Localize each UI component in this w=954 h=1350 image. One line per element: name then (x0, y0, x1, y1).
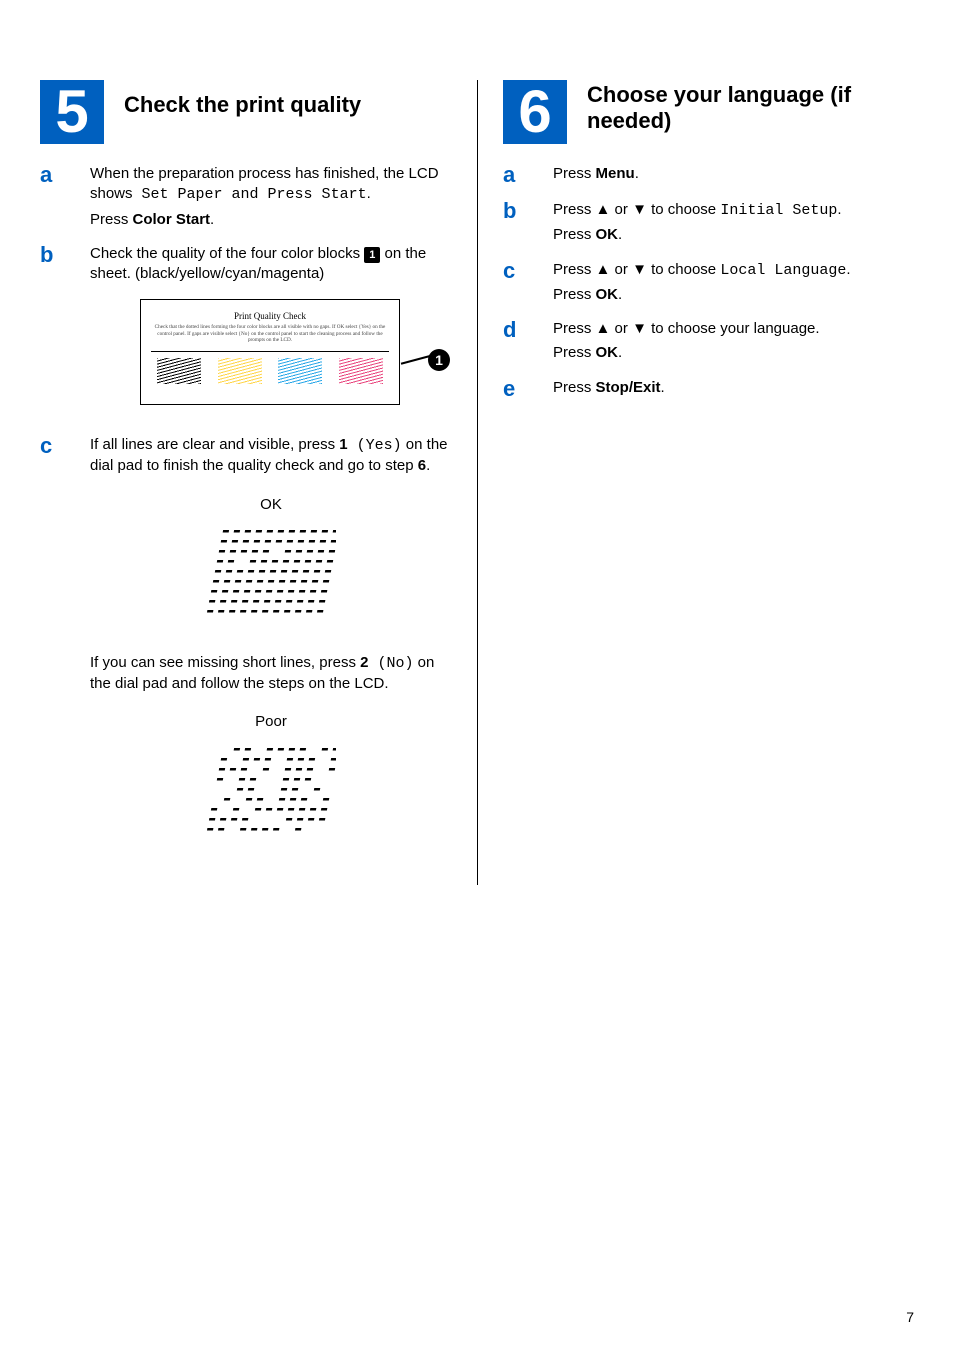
key-1: 1 (339, 436, 347, 453)
press: Press (553, 226, 596, 243)
period: . (618, 286, 622, 303)
press: Press (553, 379, 596, 396)
quality-block-yellow (218, 358, 262, 384)
local-language-mono: Local Language (720, 262, 846, 279)
step-5-b: b Check the quality of the four color bl… (40, 244, 452, 405)
step-6-d-body: Press ▲ or ▼ to choose your language. Pr… (553, 319, 914, 364)
step-5-b-body: Check the quality of the four color bloc… (90, 244, 452, 405)
step-letter-c: c (503, 260, 553, 306)
step-letter-a: a (503, 164, 553, 186)
step-5-a-body: When the preparation process has finishe… (90, 164, 452, 230)
period: . (367, 185, 371, 202)
section-6-header: 6 Choose your language (if needed) (503, 80, 914, 144)
period: . (661, 379, 665, 396)
or: or (610, 201, 632, 218)
yes-mono: (Yes) (348, 437, 402, 454)
press: Press (553, 165, 596, 182)
section-5-header: 5 Check the print quality (40, 80, 452, 144)
no-mono: (No) (368, 655, 413, 672)
press: Press (553, 201, 596, 218)
period: . (635, 165, 639, 182)
quality-block-black (157, 358, 201, 384)
step-letter-c: c (40, 435, 90, 871)
or: or (610, 320, 632, 337)
or: or (610, 261, 632, 278)
section-6: 6 Choose your language (if needed) a Pre… (477, 80, 914, 885)
ok-button-label: OK (596, 344, 619, 361)
period: . (846, 261, 850, 278)
step-letter-b: b (503, 200, 553, 246)
period: . (618, 226, 622, 243)
ok-button-label: OK (596, 226, 619, 243)
step-letter-e: e (503, 378, 553, 400)
pattern-ok-image (206, 525, 336, 625)
quality-sheet-title: Print Quality Check (151, 310, 389, 322)
c-text2-pre: If you can see missing short lines, pres… (90, 654, 360, 671)
step-6-a-body: Press Menu. (553, 164, 914, 186)
to-choose: to choose (647, 261, 720, 278)
step-number-6: 6 (503, 80, 567, 144)
down-arrow-icon: ▼ (632, 201, 647, 218)
inline-callout-1-icon: 1 (364, 247, 380, 263)
section-5-title: Check the print quality (124, 80, 361, 118)
step-5-c-body: If all lines are clear and visible, pres… (90, 435, 452, 871)
print-quality-sheet: Print Quality Check Check that the dotte… (140, 299, 450, 405)
color-start-button-label: Color Start (133, 211, 211, 228)
step-6-c-body: Press ▲ or ▼ to choose Local Language. P… (553, 260, 914, 306)
page-number: 7 (906, 1309, 914, 1325)
press: Press (553, 261, 596, 278)
down-arrow-icon: ▼ (632, 320, 647, 337)
initial-setup-mono: Initial Setup (720, 202, 837, 219)
pattern-poor-image (206, 743, 336, 843)
period: . (210, 211, 214, 228)
down-arrow-icon: ▼ (632, 261, 647, 278)
press-label: Press (90, 211, 133, 228)
up-arrow-icon: ▲ (596, 201, 611, 218)
step-5-b-text-pre: Check the quality of the four color bloc… (90, 245, 364, 262)
menu-button-label: Menu (596, 165, 635, 182)
up-arrow-icon: ▲ (596, 320, 611, 337)
step-6-b: b Press ▲ or ▼ to choose Initial Setup. … (503, 200, 914, 246)
ok-label: OK (90, 495, 452, 515)
step-6-ref: 6 (414, 457, 427, 474)
step-letter-d: d (503, 319, 553, 364)
step-6-b-body: Press ▲ or ▼ to choose Initial Setup. Pr… (553, 200, 914, 246)
step-6-d: d Press ▲ or ▼ to choose your language. … (503, 319, 914, 364)
period: . (618, 344, 622, 361)
step-6-e: e Press Stop/Exit. (503, 378, 914, 400)
lcd-text: Set Paper and Press Start (133, 186, 367, 203)
to-choose-lang: to choose your language. (647, 320, 820, 337)
callout-1-icon: 1 (428, 349, 450, 371)
c-text-pre: If all lines are clear and visible, pres… (90, 436, 339, 453)
step-number-5: 5 (40, 80, 104, 144)
section-6-title: Choose your language (if needed) (587, 80, 914, 134)
step-6-e-body: Press Stop/Exit. (553, 378, 914, 400)
press: Press (553, 286, 596, 303)
ok-button-label: OK (596, 286, 619, 303)
poor-label: Poor (90, 712, 452, 732)
stop-exit-button-label: Stop/Exit (596, 379, 661, 396)
step-6-a: a Press Menu. (503, 164, 914, 186)
step-5-a: a When the preparation process has finis… (40, 164, 452, 230)
quality-block-cyan (278, 358, 322, 384)
callout-leader-line (401, 355, 430, 365)
press: Press (553, 320, 596, 337)
step-letter-b: b (40, 244, 90, 405)
section-5: 5 Check the print quality a When the pre… (40, 80, 477, 885)
press: Press (553, 344, 596, 361)
quality-sheet-sub: Check that the dotted lines forming the … (151, 324, 389, 343)
step-6-c: c Press ▲ or ▼ to choose Local Language.… (503, 260, 914, 306)
step-5-c: c If all lines are clear and visible, pr… (40, 435, 452, 871)
period: . (837, 201, 841, 218)
quality-block-magenta (339, 358, 383, 384)
up-arrow-icon: ▲ (596, 261, 611, 278)
step-letter-a: a (40, 164, 90, 230)
period: . (426, 457, 430, 474)
to-choose: to choose (647, 201, 720, 218)
